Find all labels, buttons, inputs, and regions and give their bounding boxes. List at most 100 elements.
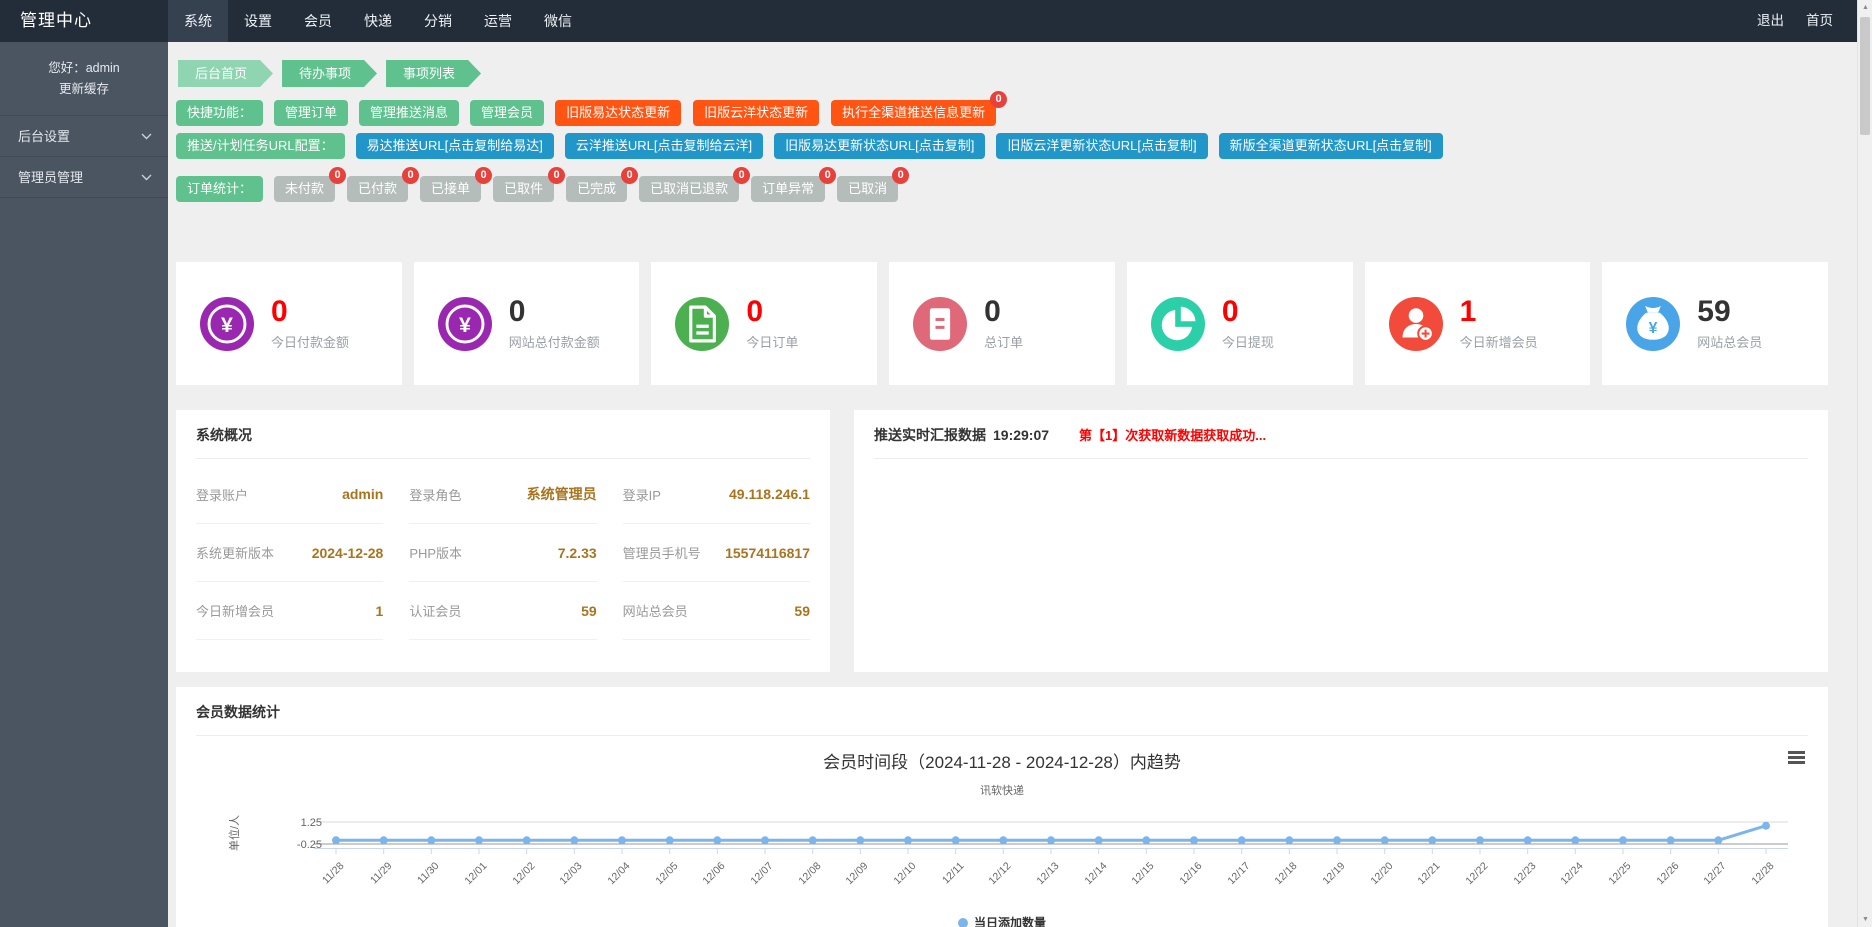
- scroll-up-icon[interactable]: ▲: [1858, 4, 1872, 11]
- chart-legend[interactable]: 当日添加数量: [176, 914, 1828, 927]
- order-stats-row: 订单统计：未付款0已付款0已接单0已取件0已完成0已取消已退款0订单异常0已取消…: [176, 176, 1828, 202]
- page-scrollbar[interactable]: ▲ ▼: [1857, 0, 1872, 927]
- overview-label: 登录角色: [409, 485, 461, 504]
- stat-card: ¥0网站总付款金额: [414, 262, 640, 385]
- main-content: 后台首页待办事项事项列表 快捷功能：管理订单管理推送消息管理会员旧版易达状态更新…: [168, 42, 1857, 927]
- top-menu-item[interactable]: 微信: [528, 0, 588, 42]
- order-stat-button[interactable]: 订单异常: [751, 176, 825, 202]
- top-menu-item[interactable]: 运营: [468, 0, 528, 42]
- order-stat-button[interactable]: 已接单: [420, 176, 481, 202]
- overview-label: 登录IP: [623, 485, 661, 504]
- trend-chart: 1.25-0.25单位/人11/2811/2911/3012/0112/0212…: [176, 808, 1828, 927]
- overview-label: PHP版本: [409, 543, 462, 562]
- yen-circle-icon: ¥: [438, 297, 492, 351]
- stat-card-value: 0: [984, 296, 1023, 328]
- overview-value: 49.118.246.1: [729, 486, 810, 502]
- order-stat-wrap: 已取消已退款0: [639, 176, 739, 202]
- copy-url-button[interactable]: 易达推送URL[点击复制给易达]: [356, 133, 554, 159]
- scroll-down-icon[interactable]: ▼: [1858, 916, 1872, 923]
- breadcrumb-item[interactable]: 后台首页: [178, 60, 273, 87]
- overview-cell: 认证会员59: [409, 582, 596, 640]
- stat-card: 0 总订单: [889, 262, 1115, 385]
- push-report-panel: 推送实时汇报数据19:29:07第【1】次获取新数据获取成功...: [854, 410, 1828, 672]
- sidebar-user-block: 您好：admin 更新缓存: [0, 42, 168, 115]
- sidebar: 您好：admin 更新缓存 后台设置管理员管理: [0, 42, 168, 927]
- stat-card-label: 今日付款金额: [271, 332, 349, 351]
- order-stat-button[interactable]: 已取消: [837, 176, 898, 202]
- overview-label: 系统更新版本: [196, 543, 274, 562]
- order-stat-wrap: 已取件0: [493, 176, 554, 202]
- status-update-button[interactable]: 执行全渠道推送信息更新: [831, 100, 996, 126]
- top-menu-item[interactable]: 快递: [348, 0, 408, 42]
- sidebar-item-label: 管理员管理: [18, 167, 83, 186]
- breadcrumb: 后台首页待办事项事项列表: [178, 60, 1826, 87]
- breadcrumb-item[interactable]: 事项列表: [386, 60, 481, 87]
- quick-action-button[interactable]: 管理会员: [470, 100, 544, 126]
- sidebar-menu: 后台设置管理员管理: [0, 115, 168, 198]
- overview-cell: 今日新增会员1: [196, 582, 383, 640]
- copy-url-button[interactable]: 云洋推送URL[点击复制给云洋]: [565, 133, 763, 159]
- overview-label: 登录账户: [196, 485, 248, 504]
- order-stat-button[interactable]: 已付款: [347, 176, 408, 202]
- copy-url-button[interactable]: 新版全渠道更新状态URL[点击复制]: [1219, 133, 1443, 159]
- overview-cell: 网站总会员59: [623, 582, 810, 640]
- chart-menu-icon[interactable]: [1788, 751, 1805, 766]
- order-stat-button[interactable]: 已取件: [493, 176, 554, 202]
- overview-label: 网站总会员: [623, 601, 688, 620]
- overview-cell: 登录角色系统管理员: [409, 465, 596, 524]
- sidebar-item[interactable]: 后台设置: [0, 115, 168, 156]
- status-update-button[interactable]: 旧版易达状态更新: [555, 100, 681, 126]
- stat-card-text: 0今日提现: [1222, 296, 1274, 351]
- sidebar-item[interactable]: 管理员管理: [0, 156, 168, 198]
- stat-card-text: 0今日付款金额: [271, 296, 349, 351]
- overview-label: 认证会员: [409, 601, 461, 620]
- topbar-link[interactable]: 退出: [1746, 0, 1795, 42]
- stat-card-text: 0网站总付款金额: [509, 296, 600, 351]
- count-badge: 0: [819, 167, 836, 184]
- panels-row: 系统概况 登录账户admin登录角色系统管理员登录IP49.118.246.1系…: [176, 410, 1828, 672]
- orange-button-wrap: 旧版云洋状态更新: [693, 100, 819, 126]
- order-stat-button[interactable]: 已取消已退款: [639, 176, 739, 202]
- sidebar-item-label: 后台设置: [18, 126, 70, 145]
- top-menu-item[interactable]: 设置: [228, 0, 288, 42]
- stat-card-text: 0今日订单: [746, 296, 798, 351]
- legend-label: 当日添加数量: [974, 914, 1046, 927]
- top-menu-item[interactable]: 系统: [168, 0, 228, 42]
- overview-value: 7.2.33: [558, 545, 597, 561]
- stat-card-value: 0: [1222, 296, 1274, 328]
- order-stat-button[interactable]: 未付款: [274, 176, 335, 202]
- stat-card-label: 网站总付款金额: [509, 332, 600, 351]
- svg-text:¥: ¥: [221, 312, 233, 336]
- top-menu-item[interactable]: 会员: [288, 0, 348, 42]
- copy-url-button[interactable]: 旧版云洋更新状态URL[点击复制]: [996, 133, 1207, 159]
- breadcrumb-item[interactable]: 待办事项: [282, 60, 377, 87]
- quick-action-button[interactable]: 管理订单: [274, 100, 348, 126]
- order-stat-wrap: 订单异常0: [751, 176, 825, 202]
- svg-text:¥: ¥: [1649, 320, 1658, 337]
- status-update-button[interactable]: 旧版云洋状态更新: [693, 100, 819, 126]
- order-stat-button[interactable]: 已完成: [566, 176, 627, 202]
- top-menu-item[interactable]: 分销: [408, 0, 468, 42]
- stat-card: ¥59网站总会员: [1602, 262, 1828, 385]
- topbar-link[interactable]: 首页: [1795, 0, 1844, 42]
- refresh-cache-link[interactable]: 更新缓存: [0, 80, 168, 99]
- stat-card-label: 总订单: [984, 332, 1023, 351]
- push-config-row: 推送/计划任务URL配置：易达推送URL[点击复制给易达]云洋推送URL[点击复…: [176, 133, 1828, 159]
- yen-circle-icon: ¥: [200, 297, 254, 351]
- stat-card-text: 59网站总会员: [1697, 296, 1762, 351]
- scrollbar-thumb[interactable]: [1860, 17, 1870, 135]
- top-menu: 系统设置会员快递分销运营微信: [168, 0, 588, 42]
- copy-url-button[interactable]: 旧版易达更新状态URL[点击复制]: [774, 133, 985, 159]
- divider: [874, 458, 1808, 459]
- count-badge: 0: [733, 167, 750, 184]
- push-report-message: 第【1】次获取新数据获取成功...: [1079, 428, 1266, 443]
- order-stats-label: 订单统计：: [176, 176, 263, 202]
- stat-card: ¥0今日付款金额: [176, 262, 402, 385]
- quick-action-button[interactable]: 管理推送消息: [359, 100, 459, 126]
- push-report-title: 推送实时汇报数据: [874, 427, 986, 443]
- svg-text:-0.25: -0.25: [297, 839, 322, 851]
- chevron-down-icon: [141, 128, 152, 143]
- stat-card: 0今日提现: [1127, 262, 1353, 385]
- stat-card-value: 0: [746, 296, 798, 328]
- overview-value: 2024-12-28: [312, 545, 384, 561]
